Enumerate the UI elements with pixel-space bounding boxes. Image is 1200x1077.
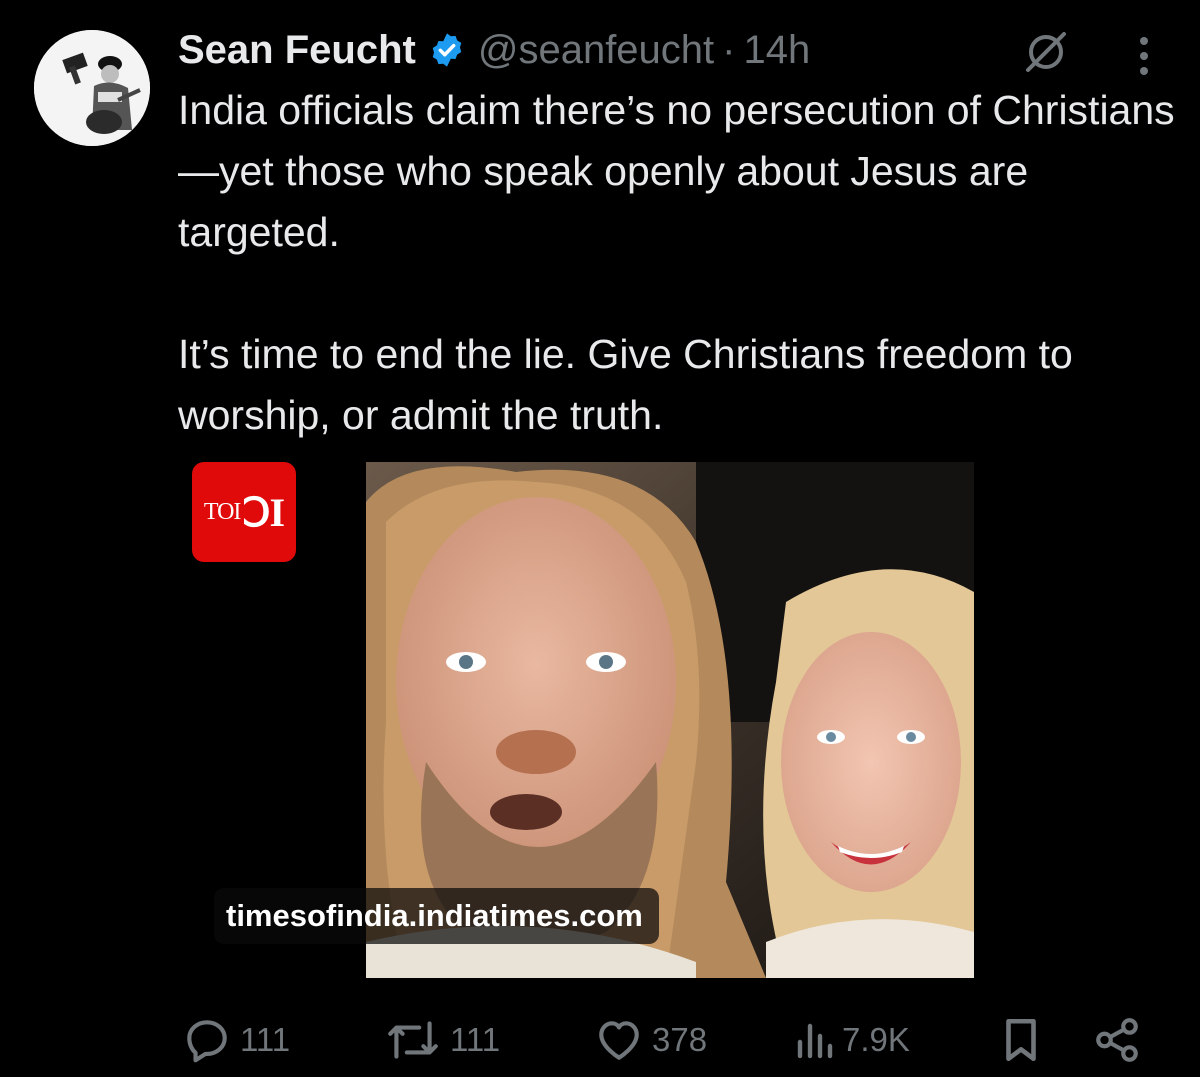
views-icon bbox=[797, 1023, 833, 1059]
share-button[interactable] bbox=[1092, 1010, 1142, 1070]
repost-icon bbox=[388, 1021, 438, 1059]
more-icon[interactable] bbox=[1126, 34, 1162, 78]
header-separator: · bbox=[722, 27, 736, 72]
link-card[interactable]: TOI ↃI timesofindia.indiatimes.com bbox=[178, 462, 1166, 978]
reply-icon bbox=[187, 1020, 227, 1063]
tweet-paragraph: India officials claim there’s no persecu… bbox=[178, 87, 1175, 255]
toi-logo: TOI ↃI bbox=[192, 462, 296, 562]
reply-button[interactable]: 111 bbox=[182, 1010, 290, 1070]
author-handle[interactable]: @seanfeucht bbox=[478, 28, 714, 73]
repost-button[interactable]: 111 bbox=[384, 1010, 500, 1070]
tweet-timestamp[interactable]: 14h bbox=[743, 28, 810, 73]
share-icon bbox=[1096, 1018, 1138, 1062]
author-name[interactable]: Sean Feucht bbox=[178, 28, 416, 73]
repost-count: 111 bbox=[450, 1021, 501, 1058]
bookmark-icon bbox=[1006, 1018, 1036, 1062]
grok-icon[interactable] bbox=[1022, 28, 1070, 76]
tweet-text: India officials claim there’s no persecu… bbox=[178, 80, 1178, 446]
reply-count: 111 bbox=[240, 1021, 291, 1058]
avatar[interactable] bbox=[34, 30, 150, 146]
like-count: 378 bbox=[652, 1021, 708, 1058]
toi-logo-small-text: TOI bbox=[203, 498, 242, 525]
action-bar: 111 111 378 7.9K bbox=[0, 1010, 1200, 1070]
tweet-paragraph: It’s time to end the lie. Give Christian… bbox=[178, 331, 1073, 438]
like-button[interactable]: 378 bbox=[594, 1010, 707, 1070]
views-count: 7.9K bbox=[842, 1021, 910, 1058]
link-domain[interactable]: timesofindia.indiatimes.com bbox=[214, 888, 659, 944]
views-button[interactable]: 7.9K bbox=[794, 1010, 910, 1070]
verified-badge-icon bbox=[428, 31, 466, 69]
toi-logo-big-text: ↃI bbox=[242, 489, 285, 535]
tweet: Sean Feucht @seanfeucht · 14h India offi… bbox=[0, 0, 1200, 1077]
bookmark-button[interactable] bbox=[998, 1010, 1044, 1070]
like-icon bbox=[599, 1021, 639, 1060]
tweet-header: Sean Feucht @seanfeucht · 14h bbox=[178, 24, 810, 76]
